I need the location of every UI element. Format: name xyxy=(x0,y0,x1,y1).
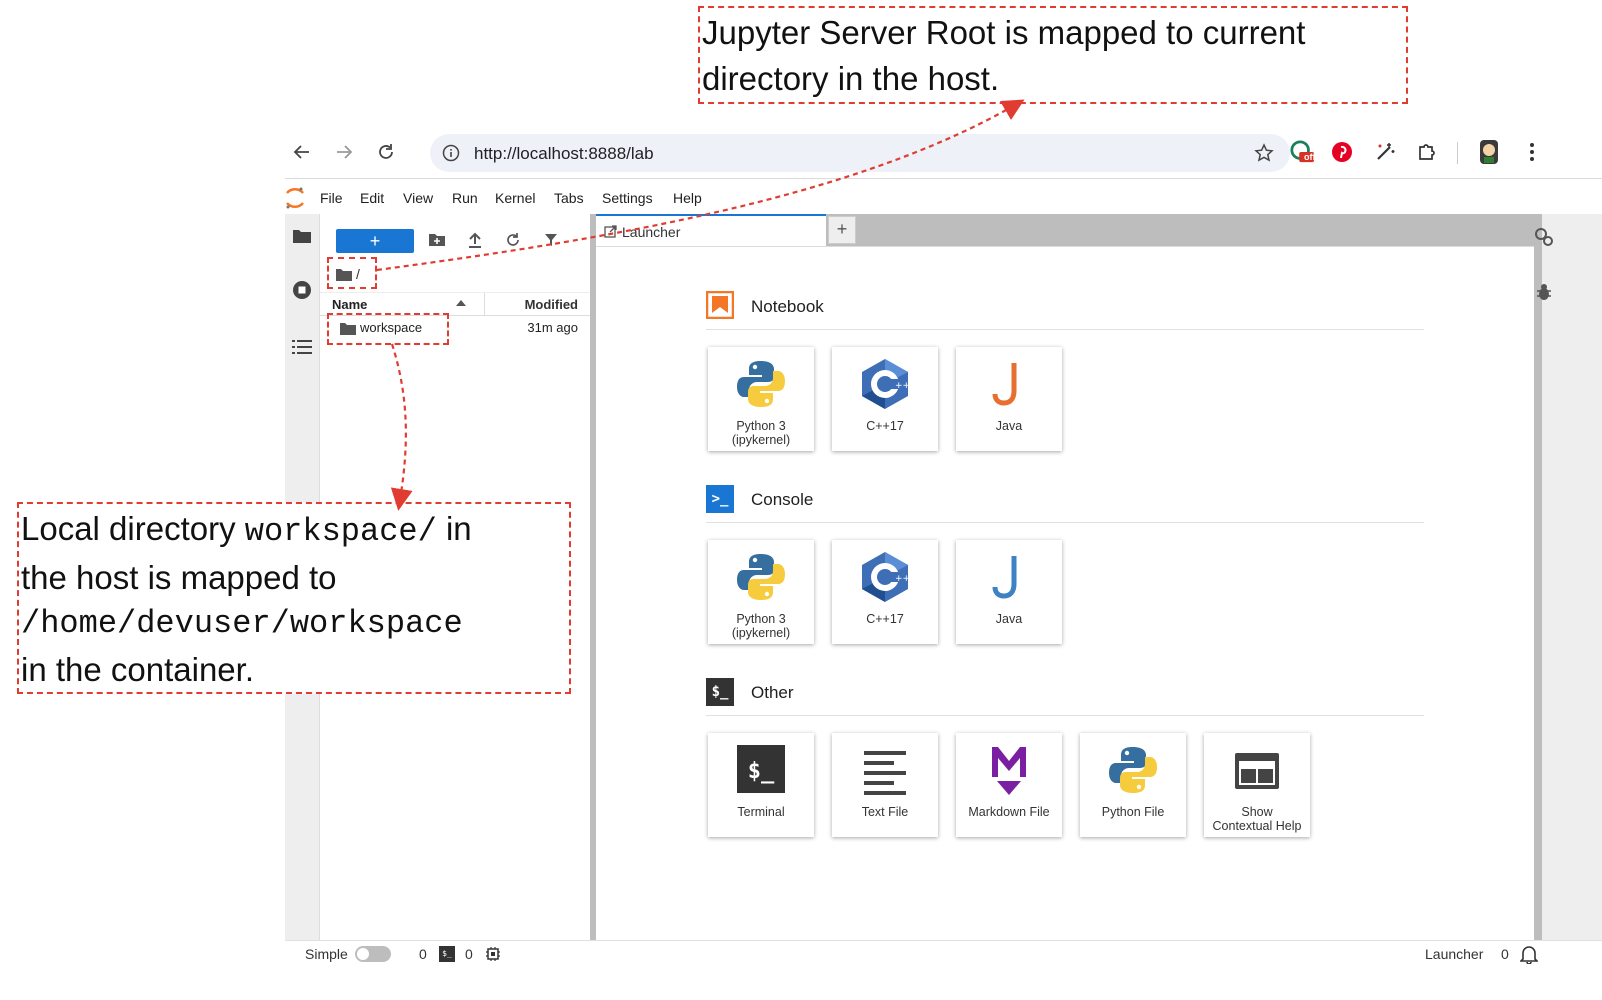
annotation-arrows xyxy=(376,99,1025,511)
arrow-workspace-to-annotation xyxy=(390,343,413,511)
arrow-root-to-annotation xyxy=(376,99,1025,272)
